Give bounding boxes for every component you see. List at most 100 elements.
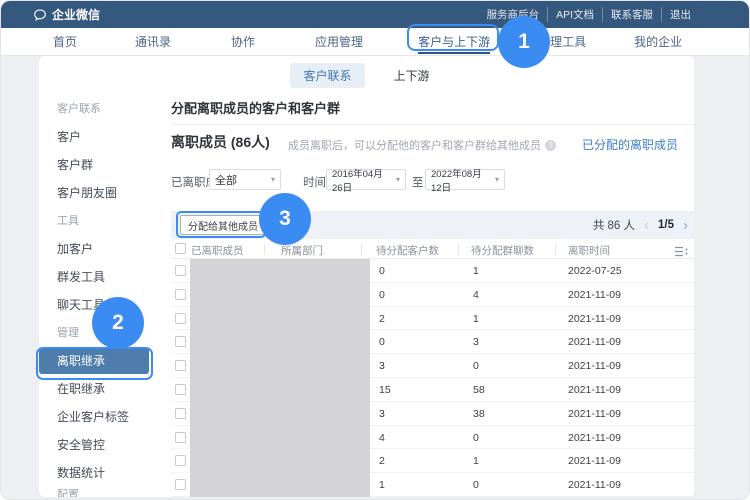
sidebar: 客户联系 客户 客户群 客户朋友圈 工具 加客户 群发工具 聊天工具 管理 离职…	[39, 95, 169, 497]
annotation-box-sidebar	[36, 347, 153, 380]
toplink-contact-support[interactable]: 联系客服	[602, 7, 661, 22]
pending-groupchats-value: 1	[473, 455, 479, 467]
date-range-to-label: 至	[412, 174, 424, 190]
annotation-step-1: 1	[498, 16, 550, 68]
sidebar-item-customers[interactable]: 客户	[39, 123, 169, 151]
row-checkbox[interactable]	[175, 384, 186, 395]
main-nav: 首页 通讯录 协作 应用管理 客户与上下游 管理工具 我的企业	[1, 28, 750, 56]
toplink-logout[interactable]: 退出	[661, 7, 699, 22]
departed-members-count: 离职成员 (86人)	[171, 132, 270, 152]
row-checkbox[interactable]	[175, 289, 186, 300]
departure-date-value: 2021-11-09	[568, 360, 621, 372]
departure-date-value: 2021-11-09	[568, 313, 621, 325]
row-checkbox[interactable]	[175, 408, 186, 419]
pending-groupchats-value: 1	[473, 313, 479, 325]
nav-item-home[interactable]: 首页	[53, 28, 77, 56]
pending-groupchats-value: 0	[473, 432, 479, 444]
info-icon[interactable]: ?	[545, 140, 556, 151]
col-header-departure-date: 离职时间	[568, 243, 610, 258]
departure-date-value: 2022-07-25	[568, 265, 622, 277]
prev-page-icon[interactable]: ‹	[644, 218, 649, 233]
departure-date-value: 2021-11-09	[568, 455, 621, 467]
pending-customers-value: 1	[379, 479, 385, 491]
next-page-icon[interactable]: ›	[683, 218, 688, 233]
table-body: 0 1 2022-07-25 0 4 2021-11-09 2 1 2021-1…	[171, 259, 694, 497]
assigned-members-link[interactable]: 已分配的离职成员	[582, 136, 678, 153]
nav-item-app-management[interactable]: 应用管理	[315, 28, 363, 56]
sidebar-item-customer-moments[interactable]: 客户朋友圈	[39, 179, 169, 207]
toplink-api-docs[interactable]: API文档	[547, 7, 602, 22]
departure-date-value: 2021-11-09	[568, 289, 621, 301]
row-checkbox[interactable]	[175, 336, 186, 347]
total-count: 共 86 人	[593, 217, 635, 233]
page-title: 分配离职成员的客户和客户群	[171, 98, 340, 117]
topbar: 企业微信 服务商后台 API文档 联系客服 退出	[1, 1, 750, 28]
pending-groupchats-value: 0	[473, 479, 479, 491]
pending-customers-value: 15	[379, 384, 391, 396]
annotation-step-3: 3	[259, 193, 311, 245]
row-checkbox[interactable]	[175, 360, 186, 371]
table-header: 已离职成员 所属部门 待分配客户数 待分配群聊数 离职时间	[171, 239, 694, 259]
row-checkbox[interactable]	[175, 479, 186, 490]
wecom-admin-screen: 企业微信 服务商后台 API文档 联系客服 退出 首页 通讯录 协作 应用管理 …	[0, 0, 750, 500]
sidebar-header-customer-contact: 客户联系	[39, 95, 169, 123]
content-card: 客户联系 上下游 客户联系 客户 客户群 客户朋友圈 工具 加客户 群发工具 聊…	[39, 56, 694, 497]
column-separator	[555, 244, 556, 255]
annotation-box-assign-button	[176, 211, 266, 238]
sidebar-item-customer-groups[interactable]: 客户群	[39, 151, 169, 179]
sidebar-item-broadcast-tools[interactable]: 群发工具	[39, 263, 169, 291]
row-checkbox[interactable]	[175, 265, 186, 276]
page-indicator: 1/5	[658, 219, 674, 231]
pending-groupchats-value: 1	[473, 265, 479, 277]
sidebar-item-add-customer[interactable]: 加客户	[39, 235, 169, 263]
section-description: 成员离职后，可以分配他的客户和客户群给其他成员 ?	[288, 137, 556, 153]
date-to-select[interactable]: 2022年08月12日 ▾	[425, 169, 505, 190]
pending-groupchats-value: 4	[473, 289, 479, 301]
pagination: 共 86 人 ‹ 1/5 ›	[593, 211, 688, 239]
pending-customers-value: 3	[379, 360, 385, 372]
row-checkbox[interactable]	[175, 455, 186, 466]
column-separator	[361, 244, 362, 255]
chat-bubble-icon	[33, 8, 47, 22]
sidebar-item-security-control[interactable]: 安全管控	[39, 431, 169, 459]
pending-customers-value: 4	[379, 432, 385, 444]
pending-customers-value: 0	[379, 265, 385, 277]
row-checkbox[interactable]	[175, 432, 186, 443]
annotation-box-nav	[407, 24, 499, 51]
pending-customers-value: 2	[379, 313, 385, 325]
chevron-down-icon: ▾	[495, 175, 499, 184]
pending-customers-value: 2	[379, 455, 385, 467]
pending-customers-value: 0	[379, 289, 385, 301]
departure-date-value: 2021-11-09	[568, 408, 621, 420]
logo-text: 企业微信	[52, 6, 100, 23]
title-divider	[171, 124, 694, 125]
col-header-department: 所属部门	[281, 243, 323, 258]
departure-date-value: 2021-11-09	[568, 479, 621, 491]
row-checkbox[interactable]	[175, 313, 186, 324]
pending-groupchats-value: 38	[473, 408, 485, 420]
sidebar-header-tools: 工具	[39, 207, 169, 235]
sidebar-item-corp-customer-tags[interactable]: 企业客户标签	[39, 403, 169, 431]
col-header-member: 已离职成员	[191, 243, 244, 258]
col-header-pending-customers: 待分配客户数	[376, 243, 439, 258]
nav-item-my-company[interactable]: 我的企业	[634, 28, 682, 56]
wecom-logo[interactable]: 企业微信	[33, 6, 100, 23]
active-nav-underline	[418, 52, 490, 54]
redacted-area	[190, 259, 370, 497]
nav-item-collaboration[interactable]: 协作	[231, 28, 255, 56]
nav-item-contacts[interactable]: 通讯录	[135, 28, 171, 56]
select-all-checkbox[interactable]	[175, 243, 186, 254]
column-separator	[458, 244, 459, 255]
chevron-down-icon: ▾	[271, 175, 275, 184]
departure-date-value: 2021-11-09	[568, 432, 621, 444]
date-from-select[interactable]: 2016年04月26日 ▾	[326, 169, 406, 190]
main-panel: 分配离职成员的客户和客户群 离职成员 (86人) 成员离职后，可以分配他的客户和…	[171, 56, 694, 497]
pending-groupchats-value: 58	[473, 384, 485, 396]
departure-date-value: 2021-11-09	[568, 384, 621, 396]
departure-date-value: 2021-11-09	[568, 336, 621, 348]
pending-groupchats-value: 0	[473, 360, 479, 372]
chevron-down-icon: ▾	[396, 175, 400, 184]
pending-customers-value: 3	[379, 408, 385, 420]
column-separator	[264, 244, 265, 255]
member-filter-select[interactable]: 全部 ▾	[209, 169, 281, 190]
